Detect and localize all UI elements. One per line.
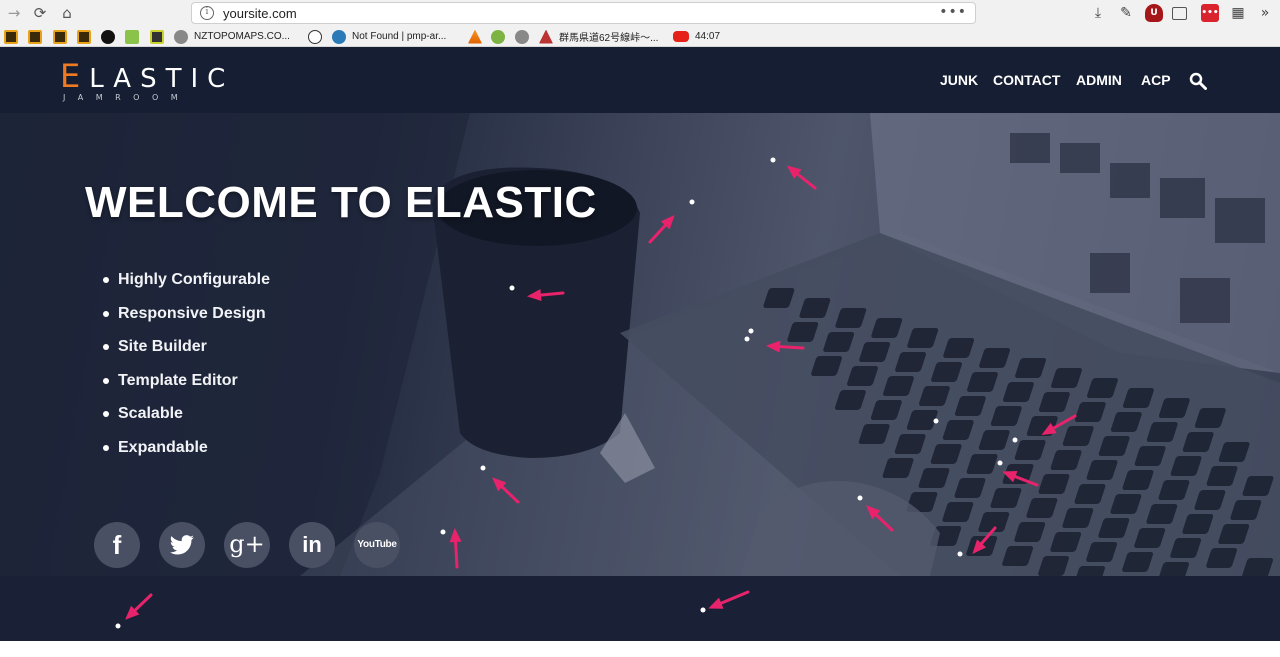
facebook-icon[interactable]: f <box>94 522 140 568</box>
bookmark-favicon-3[interactable] <box>53 29 73 44</box>
bookmark-not-found[interactable]: Not Found | pmp-ar... <box>332 29 446 44</box>
forward-icon[interactable]: → <box>4 3 24 23</box>
address-bar[interactable]: i yoursite.com ••• <box>191 2 976 24</box>
bookmark-favicon-4[interactable] <box>77 29 97 44</box>
bookmarks-bar: NZTOPOMAPS.CO... Not Found | pmp-ar... 群… <box>0 27 1280 46</box>
hero-section: WELCOME TO ELASTIC Highly Configurable R… <box>0 113 1280 576</box>
feature-item: Expandable <box>103 439 270 473</box>
menu-item-admin[interactable]: ADMIN <box>1076 72 1122 88</box>
ublock-icon[interactable]: U <box>1145 4 1163 22</box>
feature-item: Highly Configurable <box>103 271 270 305</box>
download-icon[interactable]: ⤓ <box>1089 4 1107 22</box>
overflow-chevron-icon[interactable]: » <box>1256 4 1274 22</box>
bookmark-favicon-tree[interactable] <box>308 29 328 44</box>
feature-item: Responsive Design <box>103 305 270 339</box>
page-bottom-strip <box>0 641 1280 657</box>
browser-chrome: → ⟳ ⌂ i yoursite.com ••• ⤓ ✎ U ••• ▦ » N… <box>0 0 1280 47</box>
info-icon[interactable]: i <box>200 6 214 20</box>
youtube-icon[interactable]: YouTube <box>354 522 400 568</box>
site-header: ELASTIC JAMROOM JUNK CONTACT ADMIN ACP <box>0 47 1280 113</box>
page-actions-icon[interactable]: ••• <box>939 4 967 20</box>
browser-toolbar: → ⟳ ⌂ i yoursite.com ••• ⤓ ✎ U ••• ▦ » <box>0 0 1280 26</box>
bookmark-favicon-pin[interactable] <box>491 29 511 44</box>
feature-list: Highly Configurable Responsive Design Si… <box>103 271 270 472</box>
bookmark-favicon-6[interactable] <box>125 29 145 44</box>
hero-title: WELCOME TO ELASTIC <box>85 178 597 227</box>
bookmark-label: 群馬県道62号線峠〜... <box>559 33 659 44</box>
feature-item: Site Builder <box>103 338 270 372</box>
logo-subtitle: JAMROOM <box>63 93 191 102</box>
bookmark-nztopomaps[interactable]: NZTOPOMAPS.CO... <box>174 29 290 44</box>
main-menu: JUNK CONTACT ADMIN ACP <box>0 72 1280 92</box>
site-page: ELASTIC JAMROOM JUNK CONTACT ADMIN ACP W… <box>0 47 1280 641</box>
search-icon[interactable] <box>1189 72 1207 90</box>
lastpass-icon[interactable]: ••• <box>1201 4 1219 22</box>
google-plus-icon[interactable]: g+ <box>224 522 270 568</box>
bookmark-label: Not Found | pmp-ar... <box>352 31 447 42</box>
hero-bottom-band <box>0 576 1280 641</box>
bookmark-label: 44:07 <box>695 31 721 42</box>
twitter-icon[interactable] <box>159 522 205 568</box>
extensions-grid-icon[interactable]: ▦ <box>1229 4 1247 22</box>
linkedin-icon[interactable]: in <box>289 522 335 568</box>
bookmark-favicon-2[interactable] <box>28 29 48 44</box>
bookmark-gunma-road[interactable]: 群馬県道62号線峠〜... <box>539 29 658 44</box>
menu-item-contact[interactable]: CONTACT <box>993 72 1060 88</box>
home-icon[interactable]: ⌂ <box>57 3 77 23</box>
menu-item-junk[interactable]: JUNK <box>940 72 978 88</box>
bookmark-favicon-7[interactable] <box>150 29 170 44</box>
bookmark-favicon-5[interactable] <box>101 29 121 44</box>
bookmark-label: NZTOPOMAPS.CO... <box>194 31 290 42</box>
feature-item: Scalable <box>103 405 270 439</box>
feature-item: Template Editor <box>103 372 270 406</box>
reader-icon[interactable] <box>1172 7 1187 20</box>
url-text[interactable]: yoursite.com <box>223 6 297 21</box>
bookmark-favicon-1[interactable] <box>4 29 24 44</box>
menu-item-acp[interactable]: ACP <box>1141 72 1171 88</box>
bookmark-favicon-cone[interactable] <box>468 29 488 44</box>
twitter-bird-icon <box>170 535 194 555</box>
reload-icon[interactable]: ⟳ <box>30 3 50 23</box>
bookmark-favicon-globe[interactable] <box>515 29 535 44</box>
bookmark-youtube[interactable]: 44:07 <box>673 29 720 44</box>
wrench-icon[interactable]: ✎ <box>1117 4 1135 22</box>
